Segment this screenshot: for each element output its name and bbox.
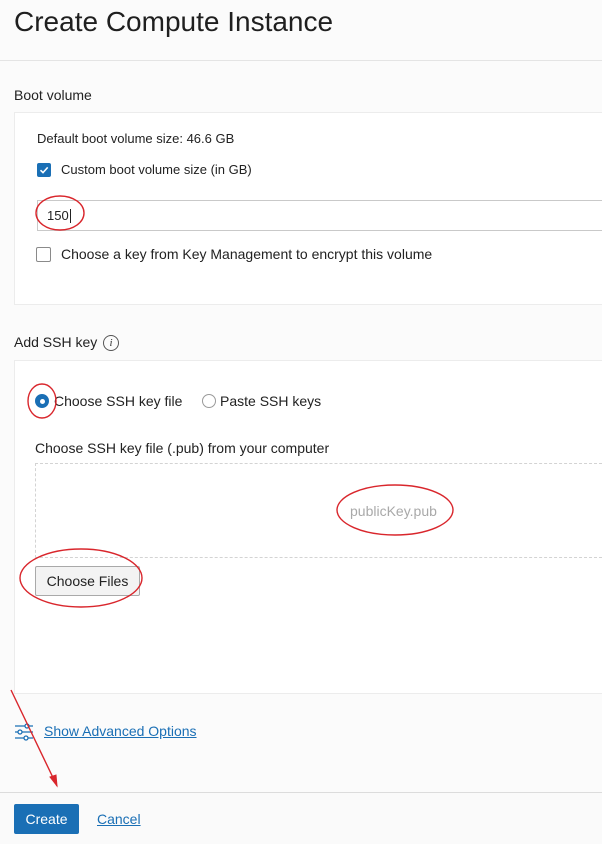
key-management-label: Choose a key from Key Management to encr… [61,246,433,262]
paste-ssh-keys-label: Paste SSH keys [220,393,322,409]
ssh-section-label: Add SSH key [14,334,98,350]
annotation-arrow-head [49,774,58,788]
ssh-file-prompt: Choose SSH key file (.pub) from your com… [35,440,330,456]
checkmark-icon [39,166,49,174]
choose-files-button[interactable]: Choose Files [35,566,140,596]
sliders-icon[interactable] [14,722,34,747]
radio-paste-ssh-keys[interactable] [202,394,216,408]
text-caret [69,208,71,223]
boot-volume-section-label: Boot volume [14,87,92,103]
ssh-file-dropzone[interactable] [35,463,602,558]
selected-file-name: publicKey.pub [350,503,437,519]
info-icon[interactable]: i [103,335,119,351]
cancel-link[interactable]: Cancel [97,811,141,827]
default-boot-volume-size-text: Default boot volume size: 46.6 GB [37,131,235,146]
custom-boot-volume-label: Custom boot volume size (in GB) [61,162,252,177]
boot-volume-size-input[interactable]: 150 [37,200,602,231]
choose-ssh-key-file-label: Choose SSH key file [54,393,183,409]
radio-choose-ssh-key-file[interactable] [35,394,49,408]
page-title: Create Compute Instance [14,6,334,37]
show-advanced-options-link[interactable]: Show Advanced Options [44,723,197,739]
title-divider [0,60,602,61]
create-button[interactable]: Create [14,804,79,834]
boot-volume-size-value: 150 [47,208,69,223]
footer-bar [0,792,602,844]
custom-boot-volume-checkbox[interactable] [37,163,51,177]
key-management-checkbox[interactable] [36,247,51,262]
